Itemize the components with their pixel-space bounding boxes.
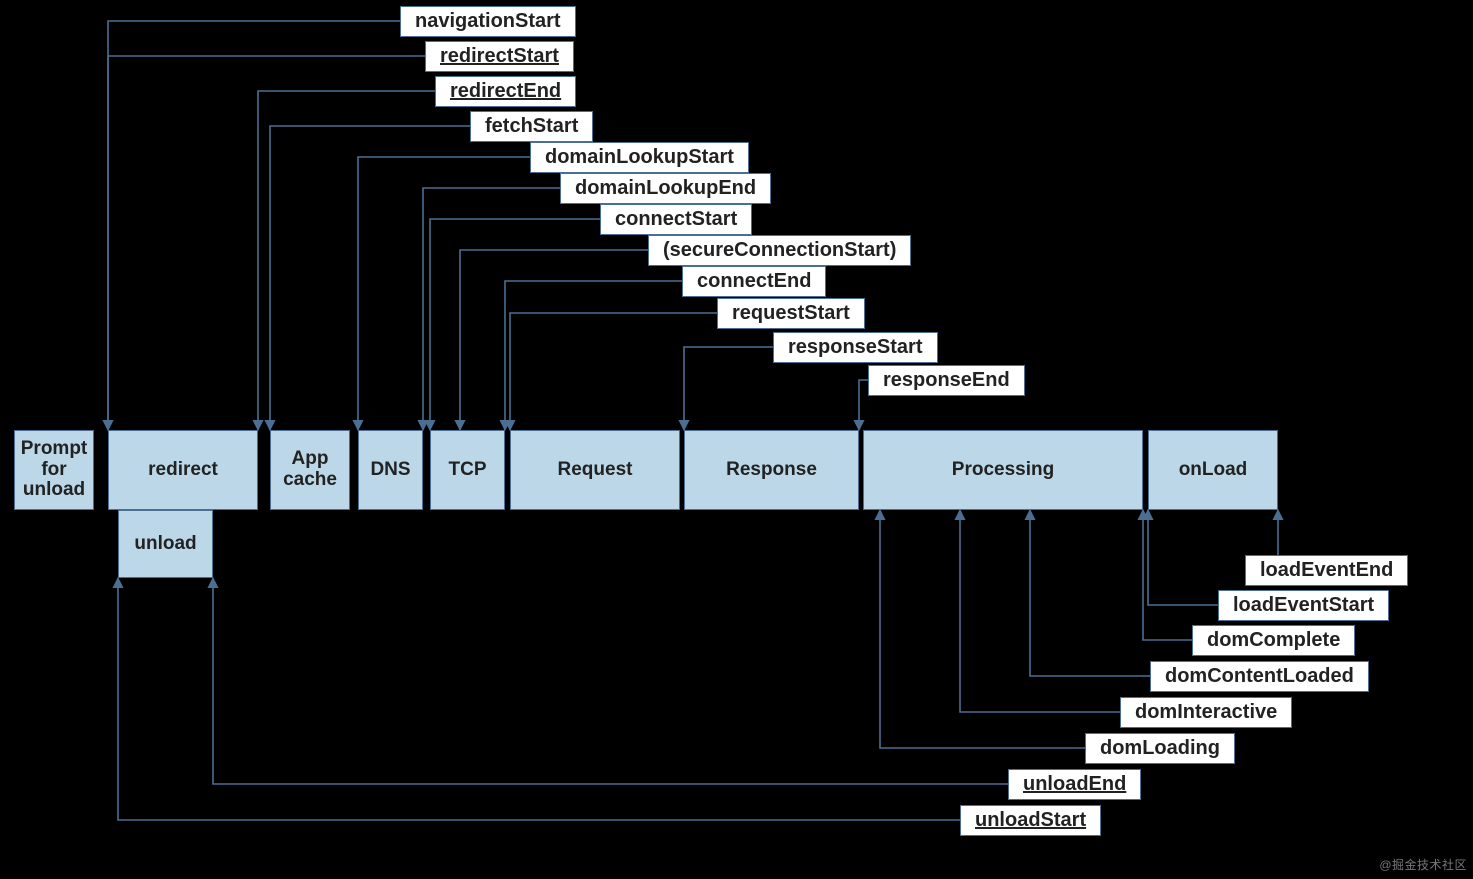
event-redirectEnd: redirectEnd [435,76,576,107]
phase-prompt: Prompt for unload [14,430,94,510]
event-domainLookupStart: domainLookupStart [530,142,749,173]
event-connectStart: connectStart [600,204,752,235]
phase-tcp: TCP [430,430,505,510]
phase-request: Request [510,430,680,510]
phase-redirect: redirect [108,430,258,510]
phase-processing: Processing [863,430,1143,510]
event-redirectStart: redirectStart [425,41,574,72]
event-secureConnectionStart: (secureConnectionStart) [648,235,911,266]
event-domComplete: domComplete [1192,625,1355,656]
phase-response: Response [684,430,859,510]
diagram-stage: @掘金技术社区 Prompt for unloadredirectunload A… [0,0,1473,879]
phase-unload: unload [118,510,213,578]
phase-dns: DNS [358,430,423,510]
watermark: @掘金技术社区 [1379,856,1467,873]
event-unloadEnd: unloadEnd [1008,769,1141,800]
event-unloadStart: unloadStart [960,805,1101,836]
event-loadEventStart: loadEventStart [1218,590,1389,621]
event-loadEventEnd: loadEventEnd [1245,555,1408,586]
phase-appcache: App cache [270,430,350,510]
event-connectEnd: connectEnd [682,266,826,297]
event-domainLookupEnd: domainLookupEnd [560,173,771,204]
event-responseStart: responseStart [773,332,938,363]
phase-onload: onLoad [1148,430,1278,510]
event-domLoading: domLoading [1085,733,1235,764]
event-domContentLoaded: domContentLoaded [1150,661,1369,692]
event-requestStart: requestStart [717,298,865,329]
event-fetchStart: fetchStart [470,111,593,142]
event-responseEnd: responseEnd [868,365,1025,396]
event-domInteractive: domInteractive [1120,697,1292,728]
event-navigationStart: navigationStart [400,6,576,37]
